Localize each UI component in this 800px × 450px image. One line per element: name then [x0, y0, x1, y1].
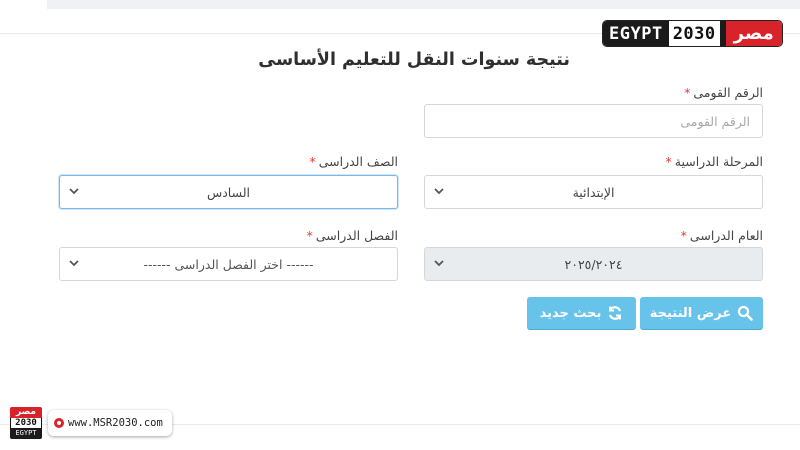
grade-label: الصف الدراسى* — [309, 154, 398, 169]
required-mark: * — [309, 154, 316, 169]
logo-arabic: مصر — [725, 21, 782, 46]
chevron-down-icon — [69, 260, 79, 267]
page-title: نتيجة سنوات النقل للتعليم الأساسى — [258, 50, 570, 70]
globe-icon — [54, 418, 64, 428]
show-result-label: عرض النتيجة — [649, 305, 732, 321]
watermark-url-badge: www.MSR2030.com — [48, 410, 172, 436]
search-icon — [738, 305, 754, 321]
stage-select[interactable]: الإبتدائية — [424, 175, 763, 209]
top-bar — [47, 0, 800, 9]
new-search-label: بحث جديد — [539, 305, 602, 321]
grade-select[interactable]: السادس — [59, 175, 398, 209]
term-selected-value: ------ اختر الفصل الدراسى ------ — [143, 256, 314, 272]
egypt2030-logo: EGYPT 2030 مصر — [603, 21, 782, 46]
chevron-down-icon — [69, 188, 79, 195]
stage-label: المرحلة الدراسية* — [665, 154, 764, 169]
year-label: العام الدراسى* — [680, 228, 763, 243]
logo-year: 2030 — [668, 21, 720, 46]
required-mark: * — [680, 228, 687, 243]
national-id-label: الرقم القومى* — [684, 85, 763, 100]
required-mark: * — [684, 85, 691, 100]
stage-selected-value: الإبتدائية — [572, 184, 615, 200]
grade-selected-value: السادس — [206, 184, 251, 200]
chevron-down-icon — [434, 260, 444, 267]
show-result-button[interactable]: عرض النتيجة — [640, 297, 763, 329]
watermark-logo: مصر 2030 EGYPT — [10, 407, 42, 439]
year-select[interactable]: ٢٠٢٥/٢٠٢٤ — [424, 247, 763, 281]
national-id-input[interactable]: الرقم القومى — [424, 104, 763, 138]
chevron-down-icon — [434, 188, 444, 195]
required-mark: * — [306, 228, 313, 243]
required-mark: * — [665, 154, 672, 169]
term-label: الفصل الدراسى* — [306, 228, 398, 243]
watermark-url: www.MSR2030.com — [68, 417, 163, 429]
year-selected-value: ٢٠٢٥/٢٠٢٤ — [564, 256, 623, 272]
term-select[interactable]: ------ اختر الفصل الدراسى ------ — [59, 247, 398, 281]
new-search-button[interactable]: بحث جديد — [527, 297, 636, 329]
refresh-icon — [609, 306, 622, 320]
logo-english: EGYPT — [609, 23, 663, 44]
